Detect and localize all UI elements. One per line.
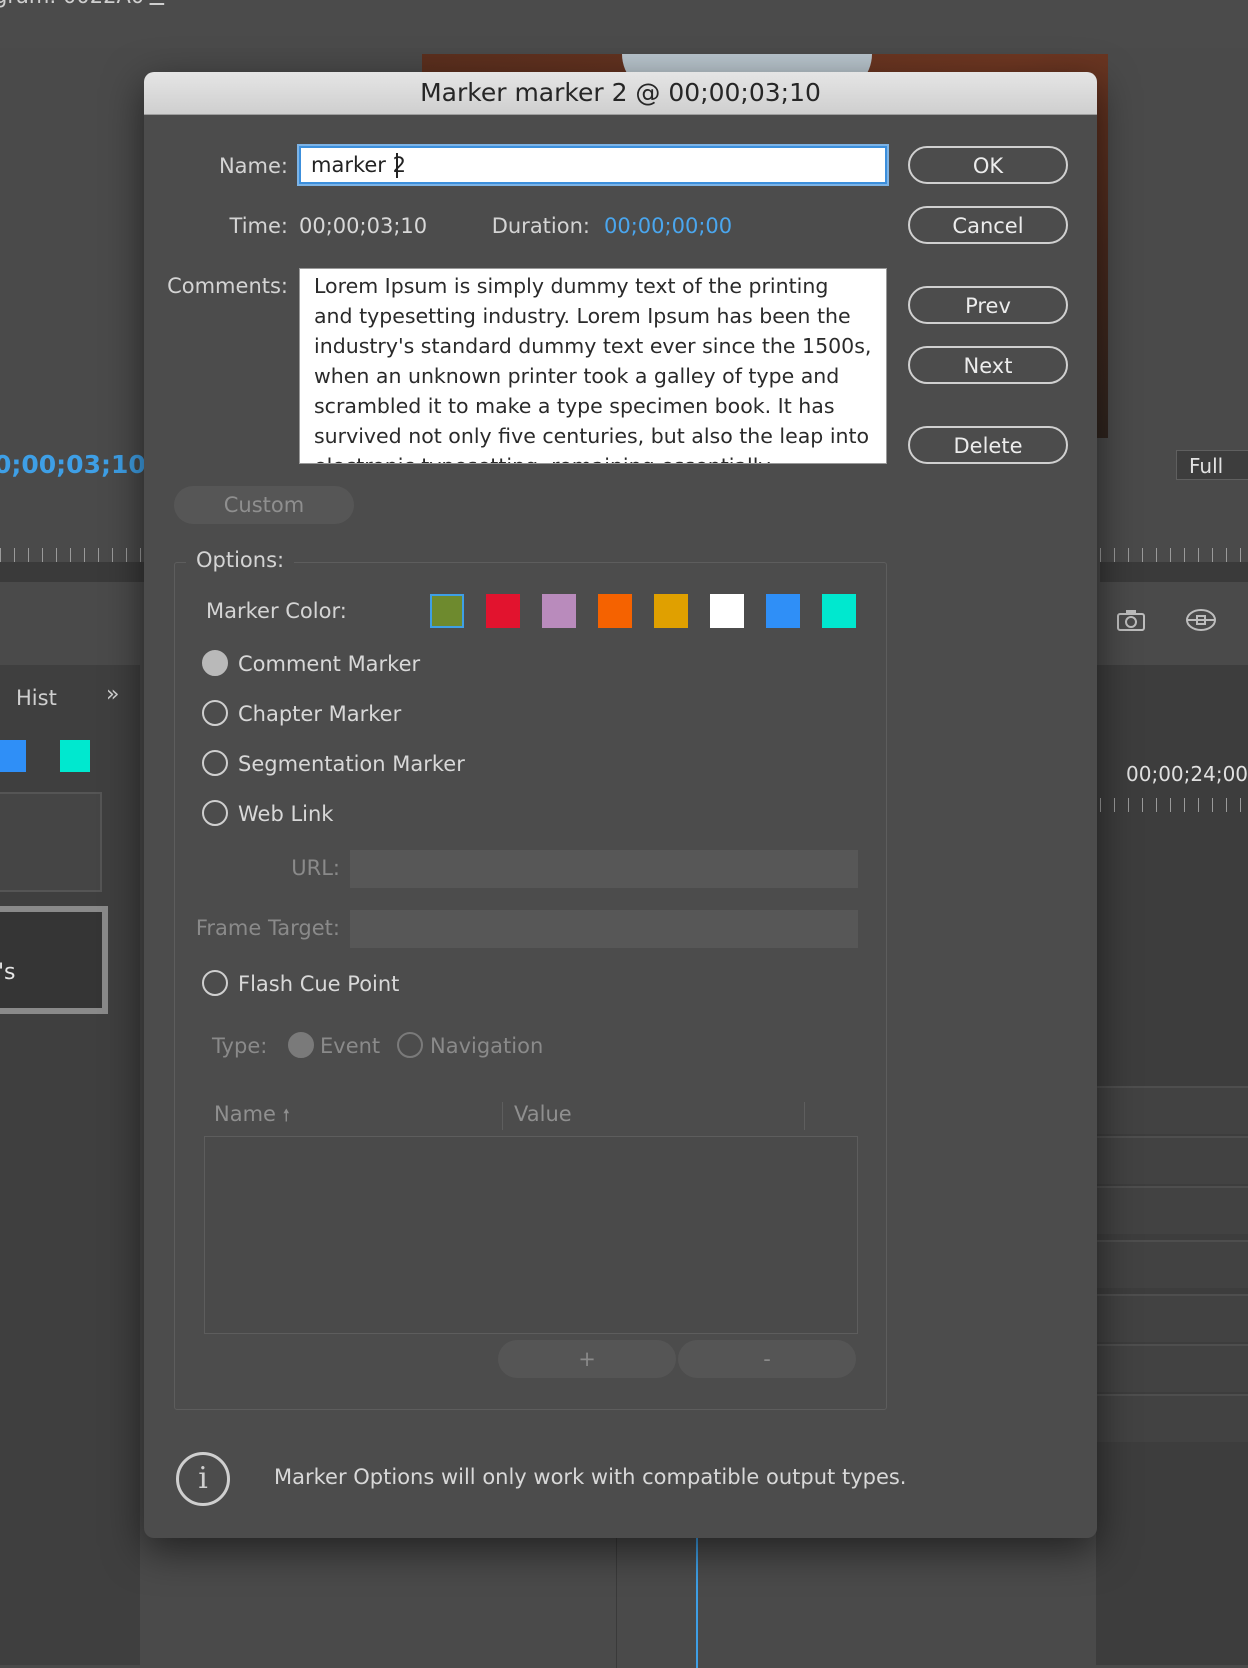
info-message: Marker Options will only work with compa… — [274, 1465, 907, 1489]
hamburger-icon[interactable]: ☰ — [148, 0, 166, 10]
add-cue-point-button[interactable]: + — [498, 1340, 676, 1378]
resolution-select[interactable]: Full — [1176, 450, 1248, 480]
comments-label: Comments: — [167, 274, 288, 298]
monitor-ruler-left — [0, 548, 144, 562]
sort-ascending-icon: 🠕 — [282, 1106, 290, 1126]
timeline-track[interactable] — [1096, 1086, 1248, 1134]
timeline-time-label: 00;00;24;00 — [1126, 762, 1248, 786]
background-header — [0, 0, 1248, 48]
panel-divider — [616, 1538, 617, 1668]
timeline-track[interactable] — [1096, 1394, 1248, 1442]
timeline-track[interactable] — [1096, 1186, 1248, 1234]
duration-label: Duration: — [491, 214, 590, 238]
comment-marker-label: Comment Marker — [238, 652, 421, 676]
options-legend: Options: — [186, 548, 295, 572]
timeline-track[interactable] — [1096, 1294, 1248, 1342]
marker-dialog: Marker marker 2 @ 00;00;03;10 Name: Time… — [144, 72, 1097, 1538]
navigation-radio[interactable] — [397, 1032, 423, 1058]
segmentation-marker-radio[interactable] — [202, 750, 228, 776]
marker-color-swatch-white[interactable] — [710, 594, 744, 628]
marker-color-swatch-purple[interactable] — [542, 594, 576, 628]
marker-list-item-selected[interactable] — [0, 906, 108, 1014]
frame-target-input[interactable] — [350, 910, 858, 948]
column-separator — [804, 1102, 805, 1130]
name-input[interactable] — [299, 146, 887, 184]
navigation-label: Navigation — [430, 1034, 544, 1058]
marker-color-swatch-red[interactable] — [486, 594, 520, 628]
cue-point-table[interactable] — [204, 1136, 858, 1334]
name-label: Name: — [218, 154, 288, 178]
ok-button[interactable]: OK — [908, 146, 1068, 184]
monitor-scrub-bar-right[interactable] — [1100, 562, 1248, 582]
camera-icon[interactable] — [1116, 608, 1146, 638]
marker-list-item[interactable] — [0, 792, 102, 892]
type-label: Type: — [212, 1034, 268, 1058]
next-button[interactable]: Next — [908, 346, 1068, 384]
cancel-button[interactable]: Cancel — [908, 206, 1068, 244]
dialog-title: Marker marker 2 @ 00;00;03;10 — [144, 72, 1097, 115]
text-caret — [396, 153, 398, 178]
marker-list-item-label: 's — [0, 960, 16, 985]
marker-color-swatch-blue[interactable] — [0, 740, 26, 772]
timeline-track[interactable] — [1096, 1344, 1248, 1392]
time-value: 00;00;03;10 — [299, 214, 428, 238]
event-radio[interactable] — [288, 1032, 314, 1058]
remove-cue-point-button[interactable]: - — [678, 1340, 856, 1378]
url-input[interactable] — [350, 850, 858, 888]
vr-video-icon[interactable] — [1184, 606, 1218, 640]
program-monitor-title: gram: 0022A0 — [0, 0, 144, 8]
timeline-playhead[interactable] — [696, 1538, 698, 1668]
monitor-ruler-right — [1100, 548, 1248, 562]
comment-marker-radio[interactable] — [202, 650, 228, 676]
duration-value[interactable]: 00;00;00;00 — [604, 214, 732, 238]
column-separator — [502, 1102, 503, 1130]
flash-cue-point-radio[interactable] — [202, 970, 228, 996]
chapter-marker-label: Chapter Marker — [238, 702, 402, 726]
event-label: Event — [320, 1034, 381, 1058]
delete-button[interactable]: Delete — [908, 426, 1068, 464]
playhead-timecode[interactable]: 0;00;03;10 — [0, 450, 146, 479]
monitor-scrub-bar-left[interactable] — [0, 562, 144, 582]
frame-target-label: Frame Target: — [195, 916, 340, 940]
table-column-name[interactable]: Name 🠕 — [214, 1102, 290, 1132]
chevron-double-right-icon[interactable]: » — [106, 682, 119, 707]
comments-textarea[interactable]: Lorem Ipsum is simply dummy text of the … — [299, 268, 887, 464]
custom-button[interactable]: Custom — [174, 486, 354, 524]
table-column-value[interactable]: Value — [514, 1102, 572, 1126]
flash-cue-point-label: Flash Cue Point — [238, 972, 400, 996]
marker-color-swatch-orange[interactable] — [598, 594, 632, 628]
url-label: URL: — [291, 856, 340, 880]
timeline-ruler — [1100, 798, 1248, 812]
web-link-radio[interactable] — [202, 800, 228, 826]
table-column-name-label: Name — [214, 1102, 276, 1126]
marker-color-swatch-green[interactable] — [430, 594, 464, 628]
tab-history[interactable]: Hist — [16, 686, 57, 710]
chapter-marker-radio[interactable] — [202, 700, 228, 726]
info-icon: i — [176, 1452, 230, 1506]
segmentation-marker-label: Segmentation Marker — [238, 752, 465, 776]
time-label: Time: — [229, 214, 288, 238]
timeline-track[interactable] — [1096, 1136, 1248, 1184]
marker-color-swatch-teal[interactable] — [822, 594, 856, 628]
prev-button[interactable]: Prev — [908, 286, 1068, 324]
marker-color-swatch-yellow[interactable] — [654, 594, 688, 628]
web-link-label: Web Link — [238, 802, 334, 826]
marker-color-label: Marker Color: — [206, 599, 347, 623]
marker-color-swatch-teal[interactable] — [60, 740, 90, 772]
timeline-track[interactable] — [1096, 1240, 1248, 1288]
marker-color-swatch-blue[interactable] — [766, 594, 800, 628]
